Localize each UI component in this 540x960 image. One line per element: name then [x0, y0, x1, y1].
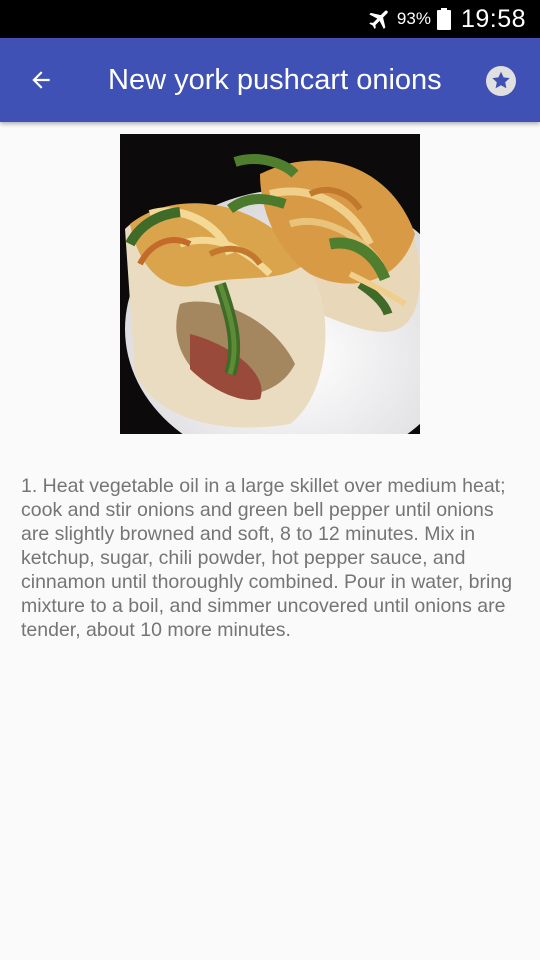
battery-icon — [436, 8, 451, 30]
recipe-directions: 1. Heat vegetable oil in a large skillet… — [21, 475, 513, 641]
app-bar: New york pushcart onions — [0, 38, 540, 122]
airplane-mode-icon — [369, 10, 388, 29]
recipe-image — [120, 134, 420, 434]
back-button[interactable] — [18, 58, 64, 102]
favorite-button[interactable] — [482, 62, 520, 100]
clock: 19:58 — [460, 4, 526, 33]
battery-percent: 93% — [396, 9, 431, 28]
status-icons: 93% 19:58 — [367, 0, 526, 38]
star-icon — [486, 66, 516, 96]
page-title: New york pushcart onions — [108, 64, 442, 96]
status-bar: 93% 19:58 — [0, 0, 540, 38]
arrow-left-icon — [32, 71, 50, 89]
